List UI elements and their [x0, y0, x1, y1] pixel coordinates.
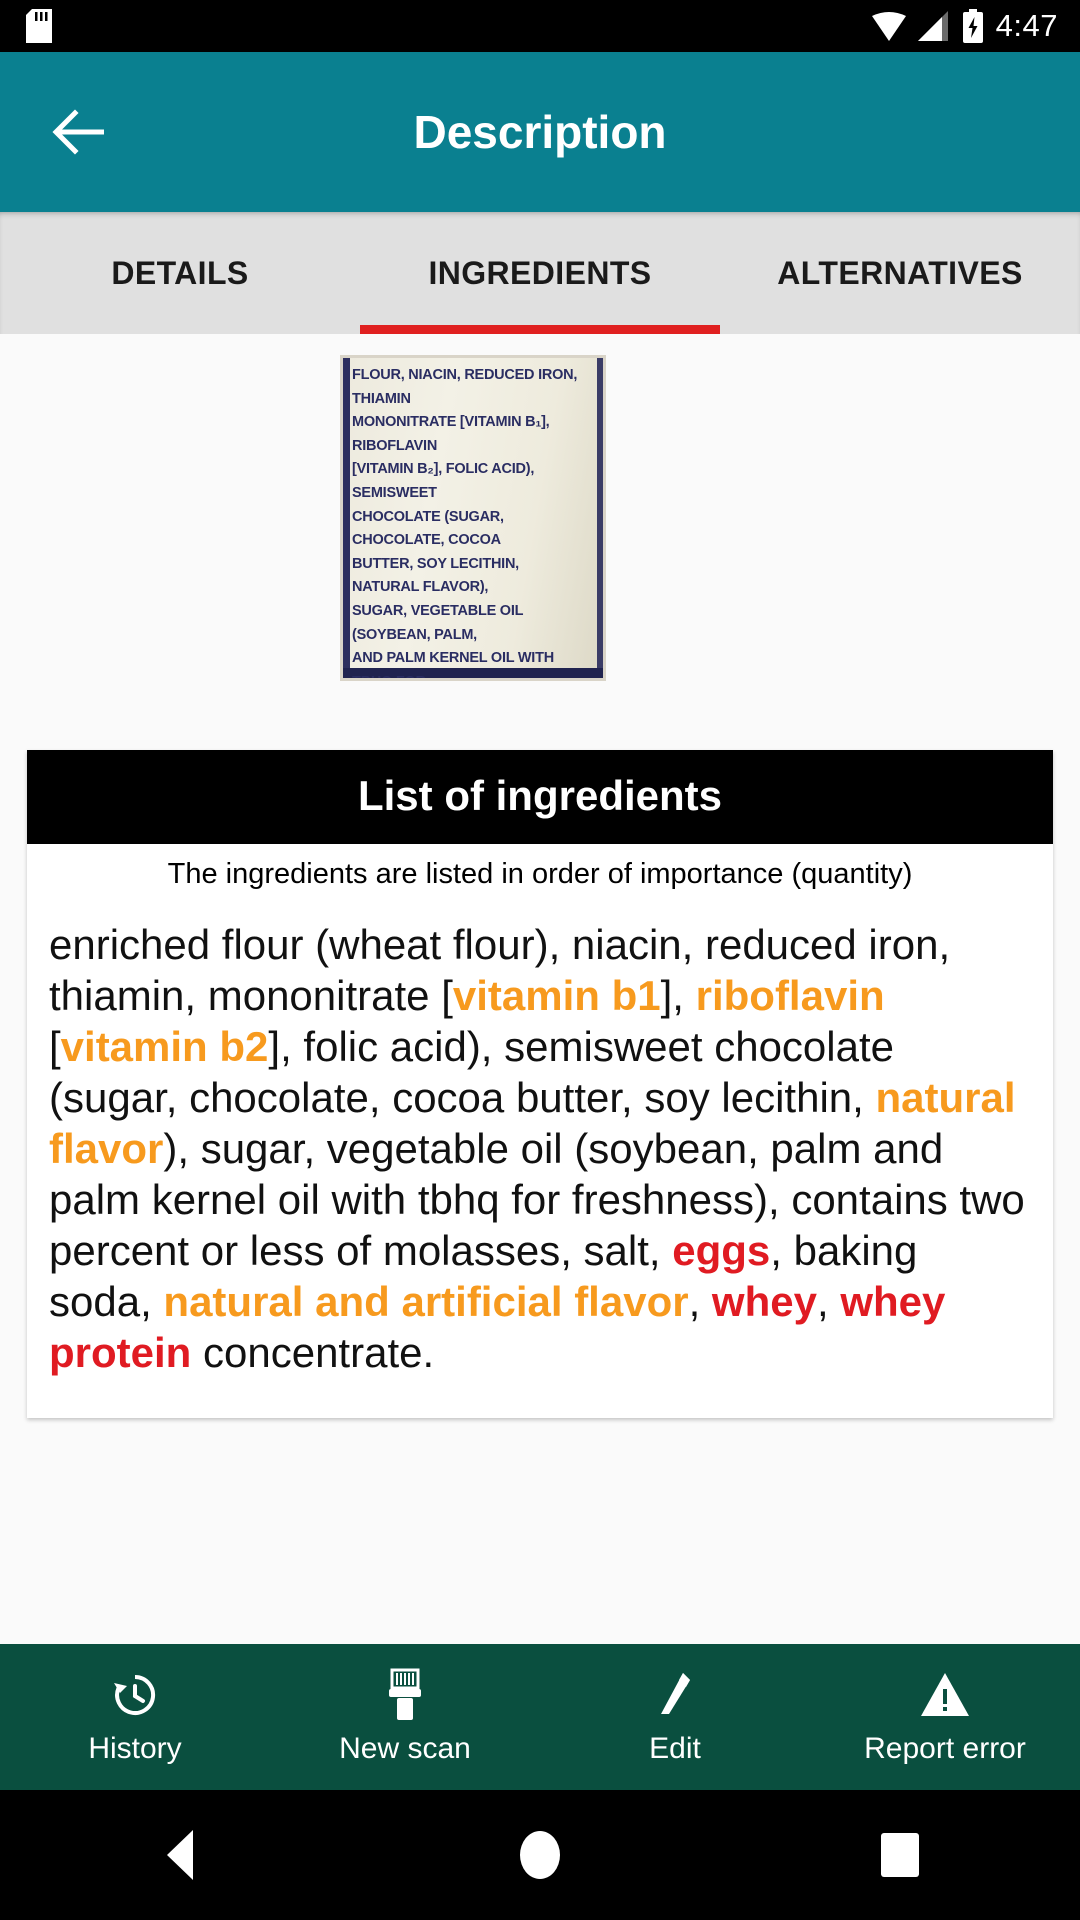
nav-item-report-error[interactable]: Report error	[810, 1644, 1080, 1790]
history-clock-icon	[110, 1668, 160, 1722]
list-of-ingredients-card: List of ingredients The ingredients are …	[27, 750, 1053, 1418]
pencil-icon	[650, 1668, 700, 1722]
nav-item-history[interactable]: History	[0, 1644, 270, 1790]
ingredient-text-plain: ,	[688, 1278, 712, 1325]
nav-item-new-scan-label: New scan	[339, 1732, 471, 1765]
recents-square-icon	[881, 1833, 919, 1877]
ingredient-text-plain: ],	[660, 972, 696, 1019]
back-button[interactable]	[24, 77, 134, 187]
nav-item-new-scan[interactable]: New scan	[270, 1644, 540, 1790]
wifi-icon	[871, 11, 906, 41]
sd-card-icon	[26, 9, 52, 43]
tab-alternatives-label: ALTERNATIVES	[777, 254, 1023, 291]
status-bar: 4:47	[0, 0, 1080, 52]
label-left-edge	[343, 358, 350, 678]
nav-item-history-label: History	[88, 1732, 182, 1765]
android-home-button[interactable]	[360, 1831, 720, 1879]
warning-triangle-icon	[919, 1668, 971, 1722]
android-recents-button[interactable]	[720, 1833, 1080, 1877]
signal-icon	[917, 11, 950, 41]
ingredient-additive-highlight[interactable]: riboflavin	[696, 972, 885, 1019]
bottom-navigation-bar: History New scan Edit Report error	[0, 1644, 1080, 1790]
card-header-title: List of ingredients	[27, 750, 1053, 844]
ingredient-allergen-highlight[interactable]: whey	[712, 1278, 817, 1325]
ingredients-tab-content: FLOUR, NIACIN, REDUCED IRON, THIAMIN MON…	[0, 334, 1080, 1644]
arrow-left-icon	[52, 109, 104, 155]
ingredients-text: enriched flour (wheat flour), niacin, re…	[27, 901, 1053, 1418]
tab-details-indicator	[0, 325, 360, 334]
ingredient-additive-highlight[interactable]: vitamin b2	[61, 1023, 269, 1070]
label-right-edge	[597, 358, 603, 678]
android-navigation-bar	[0, 1790, 1080, 1920]
back-triangle-icon	[167, 1830, 193, 1880]
ingredient-text-plain: [	[49, 1023, 61, 1070]
battery-charging-icon	[962, 9, 984, 43]
nav-item-report-error-label: Report error	[864, 1732, 1026, 1765]
label-photo-ocr-text: FLOUR, NIACIN, REDUCED IRON, THIAMIN MON…	[352, 366, 578, 678]
page-title: Description	[413, 106, 667, 158]
ingredients-label-photo[interactable]: FLOUR, NIACIN, REDUCED IRON, THIAMIN MON…	[340, 355, 606, 681]
ingredient-text-plain: concentrate.	[191, 1329, 435, 1376]
barcode-scanner-icon	[380, 1668, 430, 1722]
ingredient-additive-highlight[interactable]: vitamin b1	[453, 972, 661, 1019]
tab-details[interactable]: DETAILS	[0, 212, 360, 334]
home-circle-icon	[520, 1831, 560, 1879]
card-subtitle: The ingredients are listed in order of i…	[167, 858, 913, 890]
status-bar-right-icons: 4:47	[871, 8, 1058, 44]
app-bar: Description	[0, 52, 1080, 212]
tab-alternatives-indicator	[720, 325, 1080, 334]
nav-item-edit-label: Edit	[649, 1732, 701, 1765]
ingredient-allergen-highlight[interactable]: eggs	[672, 1227, 770, 1274]
tab-details-label: DETAILS	[111, 254, 249, 291]
tab-alternatives[interactable]: ALTERNATIVES	[720, 212, 1080, 334]
tab-ingredients-indicator	[360, 325, 720, 334]
android-back-button[interactable]	[0, 1830, 360, 1880]
status-bar-left-icons	[26, 9, 52, 43]
ingredient-text-plain: ,	[816, 1278, 841, 1325]
app-screen: 4:47 Description DETAILS INGREDIENTS ALT…	[0, 0, 1080, 1920]
tab-ingredients-label: INGREDIENTS	[428, 254, 652, 291]
nav-item-edit[interactable]: Edit	[540, 1644, 810, 1790]
tab-ingredients[interactable]: INGREDIENTS	[360, 212, 720, 334]
ingredient-additive-highlight[interactable]: natural and artificial flavor	[163, 1278, 688, 1325]
status-bar-clock: 4:47	[995, 8, 1058, 43]
tab-bar: DETAILS INGREDIENTS ALTERNATIVES	[0, 212, 1080, 334]
